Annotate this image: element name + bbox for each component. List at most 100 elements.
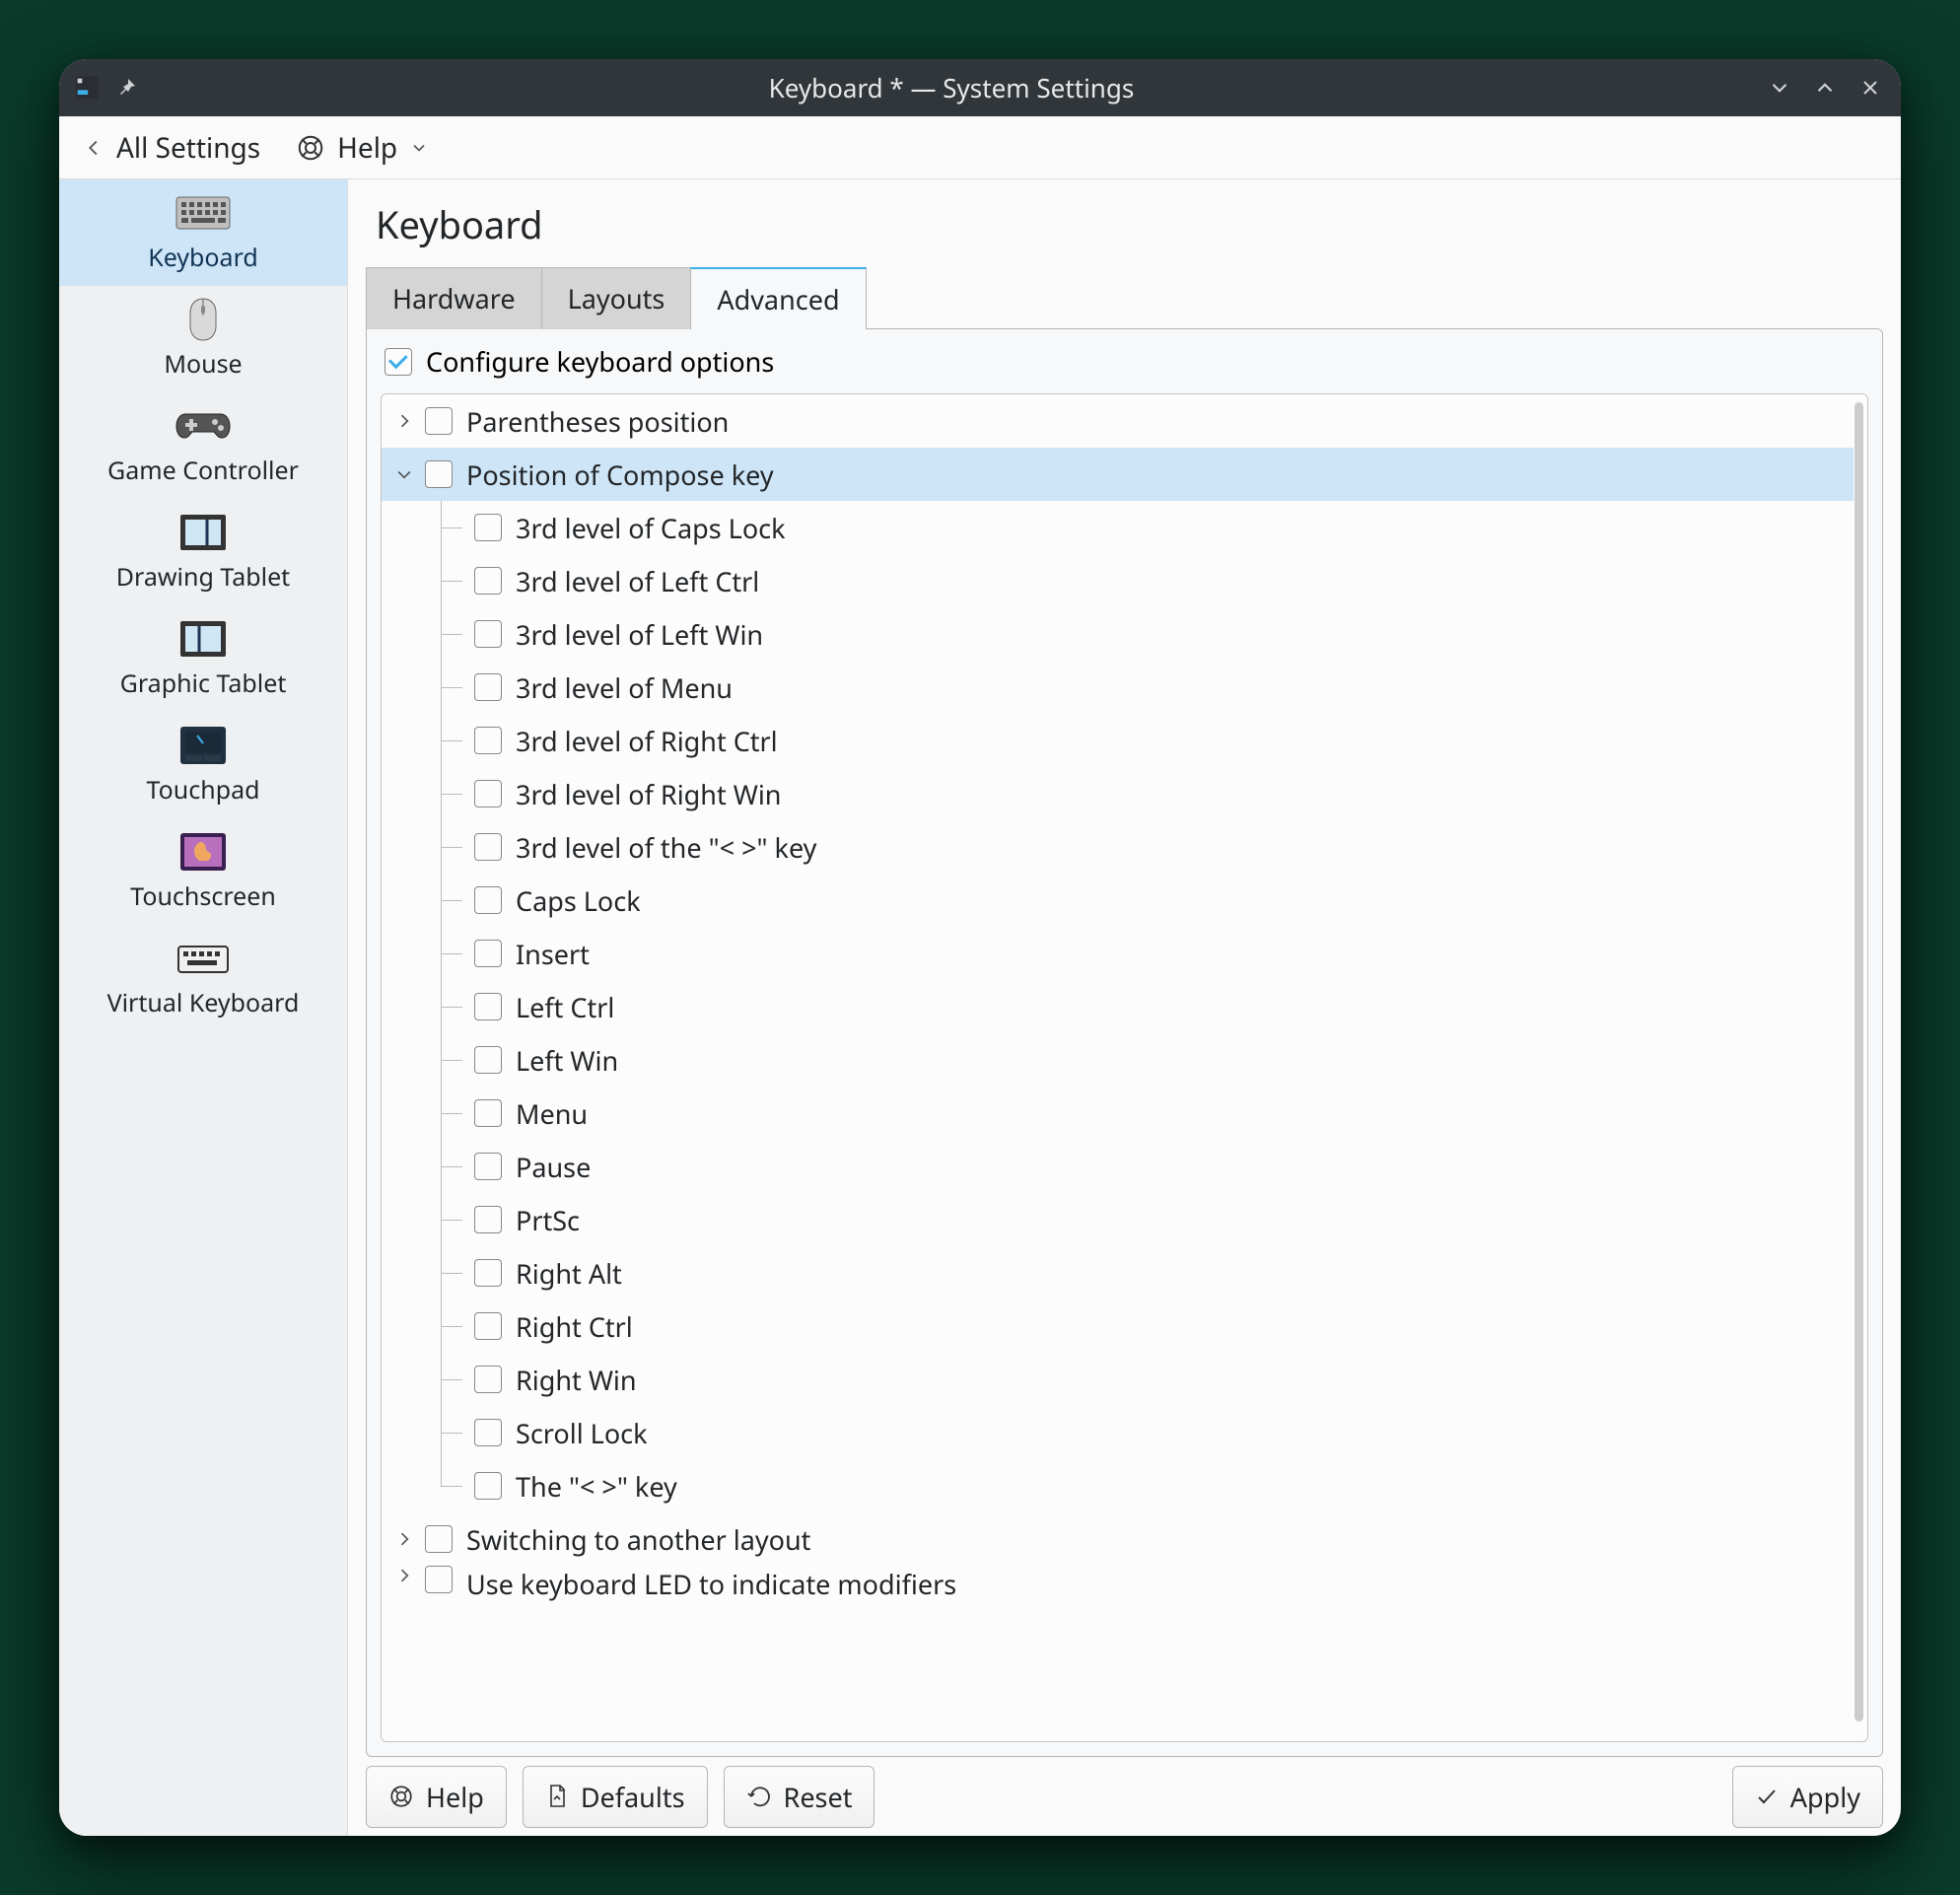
tree-checkbox[interactable]: [474, 567, 502, 595]
tree-checkbox[interactable]: [474, 940, 502, 967]
tree-checkbox[interactable]: [425, 407, 453, 435]
chevron-right-icon[interactable]: [389, 411, 419, 431]
reset-button-label: Reset: [784, 1779, 853, 1815]
sidebar-item-label: Game Controller: [63, 454, 343, 487]
tree-checkbox[interactable]: [474, 1259, 502, 1287]
sidebar-item-touchpad[interactable]: Touchpad: [59, 712, 347, 818]
window-title: Keyboard * — System Settings: [152, 70, 1751, 105]
tree-child-node[interactable]: 3rd level of Left Win: [382, 607, 1854, 661]
apply-button-label: Apply: [1790, 1779, 1860, 1815]
titlebar: Keyboard * — System Settings: [59, 59, 1901, 116]
tree-node-label: Insert: [516, 936, 590, 972]
tree-checkbox[interactable]: [474, 1099, 502, 1127]
chevron-left-icon: [83, 134, 105, 162]
tree-node-label: Switching to another layout: [466, 1521, 810, 1558]
tree-checkbox[interactable]: [474, 1046, 502, 1074]
sidebar-item-drawing-tablet[interactable]: Drawing Tablet: [59, 499, 347, 605]
tree-node-label: 3rd level of Right Win: [516, 776, 782, 812]
tree-child-node[interactable]: Left Win: [382, 1033, 1854, 1087]
tree-checkbox[interactable]: [474, 1419, 502, 1446]
tree-checkbox[interactable]: [425, 460, 453, 488]
tree-node[interactable]: Parentheses position: [382, 394, 1854, 448]
apply-button[interactable]: Apply: [1732, 1766, 1883, 1828]
sidebar-item-touchscreen[interactable]: Touchscreen: [59, 818, 347, 925]
tree-checkbox[interactable]: [474, 833, 502, 861]
sidebar-item-label: Virtual Keyboard: [63, 986, 343, 1019]
tree-checkbox[interactable]: [474, 993, 502, 1020]
help-button[interactable]: Help: [366, 1766, 507, 1828]
tree-child-node[interactable]: Caps Lock: [382, 874, 1854, 927]
tab-hardware[interactable]: Hardware: [366, 267, 542, 329]
sidebar-item-virtual-keyboard[interactable]: Virtual Keyboard: [59, 925, 347, 1031]
gamepad-icon: [63, 402, 343, 450]
chevron-right-icon[interactable]: [389, 1529, 419, 1549]
chevron-right-icon[interactable]: [389, 1566, 419, 1585]
tree-checkbox[interactable]: [474, 1312, 502, 1340]
tree-child-node[interactable]: 3rd level of Right Win: [382, 767, 1854, 820]
tree-node-label: Position of Compose key: [466, 456, 774, 493]
tree-node-label: Menu: [516, 1095, 588, 1132]
tree-child-node[interactable]: Pause: [382, 1140, 1854, 1193]
tree-checkbox[interactable]: [474, 780, 502, 807]
sidebar-item-label: Touchpad: [63, 773, 343, 807]
maximize-button[interactable]: [1808, 71, 1842, 105]
tree-child-node[interactable]: 3rd level of the "< >" key: [382, 820, 1854, 874]
configure-options-label: Configure keyboard options: [426, 343, 774, 380]
configure-options-checkbox[interactable]: [385, 348, 412, 376]
tree-node[interactable]: Switching to another layout: [382, 1512, 1854, 1566]
tree-checkbox[interactable]: [474, 1472, 502, 1500]
tree-checkbox[interactable]: [474, 673, 502, 701]
tree-checkbox[interactable]: [474, 727, 502, 754]
minimize-button[interactable]: [1763, 71, 1796, 105]
tree-child-node[interactable]: 3rd level of Caps Lock: [382, 501, 1854, 554]
reset-button[interactable]: Reset: [724, 1766, 875, 1828]
sidebar-item-graphic-tablet[interactable]: Graphic Tablet: [59, 605, 347, 712]
close-button[interactable]: [1854, 71, 1887, 105]
tree-child-node[interactable]: Right Ctrl: [382, 1299, 1854, 1353]
keyboard-icon: [63, 189, 343, 237]
configure-options-row[interactable]: Configure keyboard options: [367, 329, 1882, 393]
back-button[interactable]: All Settings: [69, 123, 274, 173]
tree-child-node[interactable]: The "< >" key: [382, 1459, 1854, 1512]
tree-child-node[interactable]: Scroll Lock: [382, 1406, 1854, 1459]
tree-node[interactable]: Use keyboard LED to indicate modifiers: [382, 1566, 1854, 1609]
tree-child-node[interactable]: 3rd level of Menu: [382, 661, 1854, 714]
tree-child-node[interactable]: Menu: [382, 1087, 1854, 1140]
tree-child-node[interactable]: 3rd level of Left Ctrl: [382, 554, 1854, 607]
tree-node-label: Left Win: [516, 1042, 618, 1079]
tree-checkbox[interactable]: [474, 514, 502, 541]
tree-checkbox[interactable]: [425, 1525, 453, 1553]
tree-checkbox[interactable]: [474, 620, 502, 648]
tab-panel-advanced: Configure keyboard options Parentheses p…: [366, 328, 1883, 1757]
touchpad-icon: [63, 722, 343, 769]
tab-advanced[interactable]: Advanced: [690, 267, 866, 329]
tree-checkbox[interactable]: [474, 1153, 502, 1180]
sidebar-item-keyboard[interactable]: Keyboard: [59, 179, 347, 286]
defaults-button-label: Defaults: [581, 1779, 685, 1815]
tree-child-node[interactable]: Left Ctrl: [382, 980, 1854, 1033]
tree-checkbox[interactable]: [474, 1206, 502, 1233]
scrollbar[interactable]: [1855, 402, 1863, 1721]
sidebar-item-mouse[interactable]: Mouse: [59, 286, 347, 392]
tree-child-node[interactable]: 3rd level of Right Ctrl: [382, 714, 1854, 767]
tree-node-label: 3rd level of the "< >" key: [516, 829, 816, 866]
tree-checkbox[interactable]: [474, 886, 502, 914]
tree-child-node[interactable]: Right Win: [382, 1353, 1854, 1406]
tree-checkbox[interactable]: [474, 1366, 502, 1393]
chevron-down-icon[interactable]: [389, 464, 419, 484]
tree-node-label: Left Ctrl: [516, 989, 614, 1025]
tree-child-node[interactable]: Insert: [382, 927, 1854, 980]
app-icon: [73, 74, 101, 102]
tree-child-node[interactable]: PrtSc: [382, 1193, 1854, 1246]
tree-child-node[interactable]: Right Alt: [382, 1246, 1854, 1299]
defaults-button[interactable]: Defaults: [523, 1766, 708, 1828]
tab-layouts[interactable]: Layouts: [541, 267, 692, 329]
help-dropdown[interactable]: Help: [282, 123, 443, 173]
pin-icon[interactable]: [112, 74, 140, 102]
tree-checkbox[interactable]: [425, 1566, 453, 1593]
tree-node[interactable]: Position of Compose key: [382, 448, 1854, 501]
tree-node-label: Right Win: [516, 1362, 637, 1398]
tree-node-label: Caps Lock: [516, 882, 641, 919]
sidebar-item-game-controller[interactable]: Game Controller: [59, 392, 347, 499]
window: Keyboard * — System Settings All Setting…: [59, 59, 1901, 1836]
